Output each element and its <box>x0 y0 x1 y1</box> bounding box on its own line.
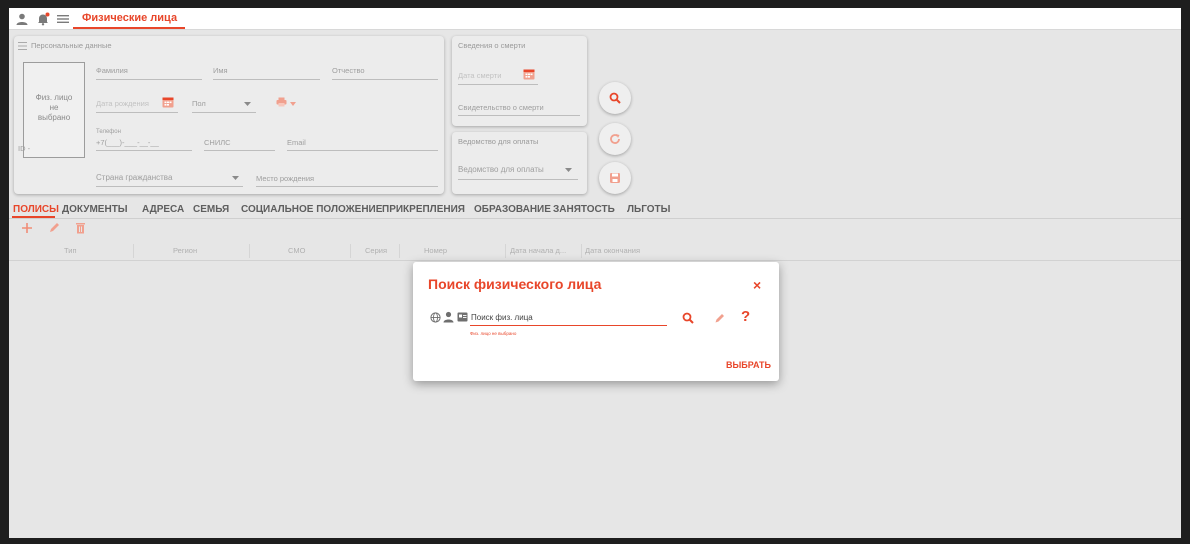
column-separator <box>399 244 400 258</box>
tab-benefits[interactable]: ЛЬГОТЫ <box>627 204 670 215</box>
death-certificate-underline <box>458 115 580 116</box>
tab-employment[interactable]: ЗАНЯТОСТЬ <box>553 204 615 215</box>
add-icon[interactable] <box>21 222 33 234</box>
death-date-field[interactable]: Дата смерти <box>458 71 501 80</box>
email-field[interactable]: Email <box>287 138 306 147</box>
tab-documents[interactable]: ДОКУМЕНТЫ <box>62 204 128 215</box>
calendar-icon[interactable] <box>162 96 174 108</box>
person-search-dialog: Поиск физического лица × Физ. лицо не вы… <box>413 262 779 381</box>
snils-field[interactable]: СНИЛС <box>204 138 231 147</box>
menu-icon[interactable] <box>56 12 70 26</box>
column-start-date[interactable]: Дата начала д... <box>510 246 566 255</box>
list-icon <box>18 42 27 50</box>
user-icon[interactable] <box>15 12 29 26</box>
photo-text-1: Физ. лицо <box>35 93 73 102</box>
column-separator <box>505 244 506 258</box>
citizenship-select[interactable]: Страна гражданства <box>96 173 172 182</box>
snils-underline <box>204 150 275 151</box>
active-tab-indicator <box>73 27 185 29</box>
column-separator <box>350 244 351 258</box>
chevron-down-icon[interactable] <box>290 102 296 106</box>
gender-select[interactable]: Пол <box>192 99 206 108</box>
refresh-button[interactable] <box>599 123 631 155</box>
table-header-divider <box>9 260 1181 261</box>
column-type[interactable]: Тип <box>64 246 77 255</box>
column-separator <box>581 244 582 258</box>
user-icon[interactable] <box>443 311 454 323</box>
tabs-divider <box>9 218 1181 219</box>
select-button[interactable]: ВЫБРАТЬ <box>726 360 771 370</box>
globe-icon[interactable] <box>430 312 441 323</box>
tab-addresses[interactable]: АДРЕСА <box>142 204 184 215</box>
column-number[interactable]: Номер <box>424 246 447 255</box>
print-icon[interactable] <box>276 97 287 107</box>
photo-text-2: не <box>49 103 59 112</box>
tab-policies[interactable]: ПОЛИСЫ <box>13 204 59 215</box>
edit-icon[interactable] <box>714 313 725 324</box>
column-separator <box>133 244 134 258</box>
name-field[interactable]: Имя <box>213 66 228 75</box>
save-button[interactable] <box>599 162 631 194</box>
tab-family[interactable]: СЕМЬЯ <box>193 204 229 215</box>
death-certificate-field[interactable]: Свидетельство о смерти <box>458 103 544 112</box>
bell-icon[interactable] <box>36 12 50 26</box>
column-region[interactable]: Регион <box>173 246 197 255</box>
save-icon <box>610 173 620 183</box>
id-card-icon[interactable] <box>457 312 468 322</box>
tab-attachments[interactable]: ПРИКРЕПЛЕНИЯ <box>382 204 465 215</box>
phone-field[interactable]: +7(___)-___-__-__ <box>96 138 159 147</box>
app-window: Физические лица Персональные данные Физ.… <box>9 8 1181 538</box>
person-search-input[interactable] <box>470 310 667 326</box>
patronymic-field[interactable]: Отчество <box>332 66 365 75</box>
top-bar: Физические лица <box>9 8 1181 30</box>
tab-social-status[interactable]: СОЦИАЛЬНОЕ ПОЛОЖЕНИЕ <box>241 204 382 215</box>
birth-date-underline <box>96 112 178 113</box>
tab-individuals[interactable]: Физические лица <box>82 12 177 24</box>
help-button[interactable]: ? <box>741 308 750 325</box>
payment-agency-underline <box>458 179 578 180</box>
tab-education[interactable]: ОБРАЗОВАНИЕ <box>474 204 551 215</box>
column-smo[interactable]: СМО <box>288 246 305 255</box>
payment-agency-card: Ведомство для оплаты Ведомство для оплат… <box>452 132 587 194</box>
payment-agency-title: Ведомство для оплаты <box>458 137 539 146</box>
payment-agency-select[interactable]: Ведомство для оплаты <box>458 165 544 174</box>
birth-place-underline <box>256 186 438 187</box>
chevron-down-icon <box>232 176 239 180</box>
column-series[interactable]: Серия <box>365 246 387 255</box>
chevron-down-icon <box>244 102 251 106</box>
search-person-button[interactable] <box>599 82 631 114</box>
edit-icon[interactable] <box>48 222 60 234</box>
death-date-underline <box>458 84 538 85</box>
personal-data-card: Персональные данные Физ. лицо не выбрано… <box>14 36 444 194</box>
citizenship-underline <box>96 186 243 187</box>
death-info-card: Сведения о смерти Дата смерти Свидетельс… <box>452 36 587 126</box>
surname-field[interactable]: Фамилия <box>96 66 128 75</box>
column-separator <box>249 244 250 258</box>
search-icon[interactable] <box>682 312 694 324</box>
phone-underline <box>96 150 192 151</box>
email-underline <box>287 150 438 151</box>
policies-table-header: Тип Регион СМО Серия Номер Дата начала д… <box>9 240 1181 260</box>
close-button[interactable]: × <box>753 278 761 292</box>
column-end-date[interactable]: Дата окончания <box>585 246 640 255</box>
search-icon <box>609 92 621 104</box>
personal-data-title: Персональные данные <box>31 41 112 50</box>
dialog-title: Поиск физического лица <box>428 276 602 292</box>
name-underline <box>213 79 320 80</box>
phone-label: Телефон <box>96 129 121 135</box>
surname-underline <box>96 79 202 80</box>
photo-text-3: выбрано <box>37 113 71 122</box>
refresh-icon <box>610 134 620 144</box>
id-label: ID - <box>18 144 31 153</box>
photo-placeholder[interactable]: Физ. лицо не выбрано <box>23 62 85 158</box>
search-error-text: Физ. лицо не выбрано <box>470 331 517 336</box>
death-info-title: Сведения о смерти <box>458 41 526 50</box>
calendar-icon[interactable] <box>523 68 535 80</box>
patronymic-underline <box>332 79 438 80</box>
birth-date-field[interactable]: Дата рождения <box>96 99 149 108</box>
chevron-down-icon <box>565 168 572 172</box>
birth-place-field[interactable]: Место рождения <box>256 174 314 183</box>
delete-icon[interactable] <box>75 222 86 234</box>
gender-underline <box>192 112 256 113</box>
